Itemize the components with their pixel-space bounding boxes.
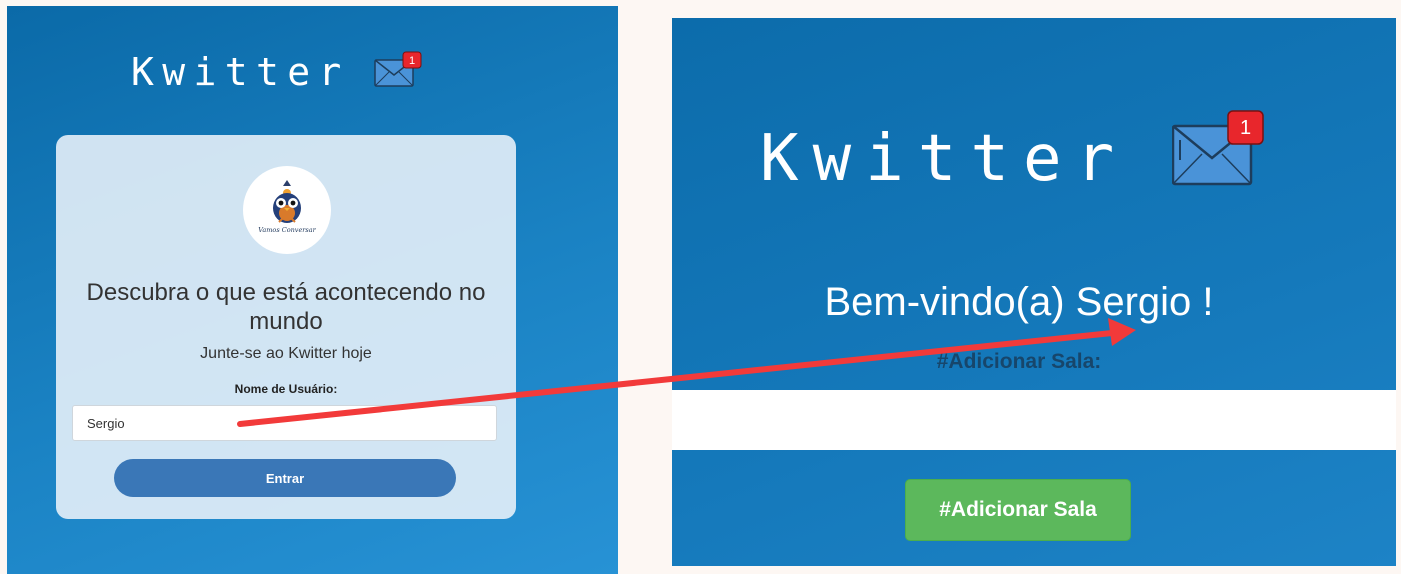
notification-badge: 1	[409, 55, 415, 67]
bird-logo: Vamos Conversar	[243, 166, 331, 254]
brand-header: Kwitter 1	[131, 50, 422, 94]
notification-badge: 1	[1240, 117, 1251, 139]
envelope-icon: 1	[1172, 110, 1265, 186]
envelope-icon: 1	[373, 51, 422, 87]
login-card: Vamos Conversar Descubra o que está acon…	[56, 135, 516, 519]
blue-bird-icon	[273, 180, 301, 223]
app-title: Kwitter	[760, 122, 1129, 196]
card-heading: Descubra o que está acontecendo no mundo	[86, 279, 486, 335]
room-screen: Kwitter 1 Bem-vindo(a) Sergio ! #Adicion…	[672, 18, 1396, 566]
login-screen: Kwitter 1 Vamos Conversar Descubra o que…	[7, 6, 618, 574]
username-input[interactable]	[72, 405, 497, 441]
brand-header: Kwitter 1	[760, 110, 1265, 196]
username-label: Nome de Usuário:	[234, 382, 338, 396]
add-room-button[interactable]: #Adicionar Sala	[905, 479, 1131, 541]
room-name-input[interactable]	[672, 390, 1396, 450]
mail-notification-icon[interactable]: 1	[1172, 110, 1265, 186]
welcome-message: Bem-vindo(a) Sergio !	[824, 280, 1214, 324]
add-room-label: #Adicionar Sala:	[936, 350, 1102, 373]
enter-button[interactable]: Entrar	[114, 459, 456, 497]
mail-notification-icon[interactable]: 1	[373, 51, 422, 87]
app-title: Kwitter	[131, 50, 350, 94]
card-subheading: Junte-se ao Kwitter hoje	[200, 345, 372, 362]
logo-caption: Vamos Conversar	[258, 226, 316, 234]
